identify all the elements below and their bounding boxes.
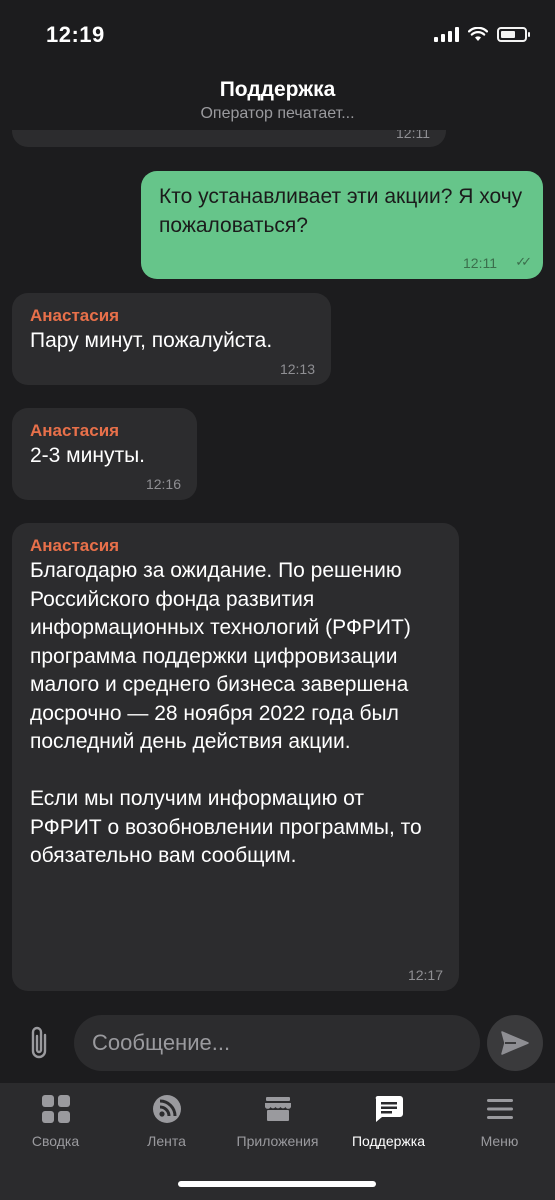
message-time: 12:17	[407, 967, 443, 983]
tab-menu[interactable]: Меню	[444, 1093, 555, 1149]
tab-label: Меню	[480, 1133, 519, 1149]
sender-name: Анастасия	[30, 306, 120, 325]
status-icons	[434, 26, 530, 42]
wifi-icon	[468, 26, 488, 41]
grid-icon	[41, 1095, 70, 1123]
message-bubble: Анастасия 2-3 минуты. 12:16	[12, 408, 197, 500]
tab-lenta[interactable]: Лента	[111, 1093, 222, 1149]
store-icon	[264, 1097, 291, 1121]
home-indicator[interactable]	[178, 1181, 376, 1187]
sender-name: Анастасия	[30, 421, 120, 440]
read-receipt-icon: ✓✓	[515, 254, 532, 269]
send-icon	[501, 1031, 529, 1055]
message-text: Пару минут, пожалуйста.	[30, 329, 273, 352]
signal-icon	[434, 26, 459, 42]
chat-icon	[375, 1095, 403, 1122]
message-text: Благодарю за ожидание. По решению Россий…	[30, 559, 422, 867]
typing-status: Оператор печатает...	[200, 105, 355, 122]
tab-label: Сводка	[31, 1133, 80, 1149]
tab-label: Поддержка	[351, 1133, 426, 1149]
battery-icon	[497, 26, 530, 42]
status-time: 12:19	[46, 22, 105, 47]
tab-podderzhka[interactable]: Поддержка	[333, 1093, 444, 1149]
send-button[interactable]	[487, 1015, 543, 1071]
message-time: 12:13	[279, 361, 315, 377]
tab-svodka[interactable]: Сводка	[0, 1093, 111, 1149]
message-text: Кто устанавливает эти акции? Я хочу пожа…	[159, 185, 523, 237]
message-time: 12:16	[145, 476, 181, 492]
sender-name: Анастасия	[30, 536, 120, 555]
chat-title: Поддержка	[219, 78, 336, 101]
feed-icon	[152, 1095, 181, 1123]
message-input[interactable]	[74, 1015, 480, 1071]
tab-prilozheniya[interactable]: Приложения	[222, 1093, 333, 1149]
tab-label: Лента	[147, 1133, 186, 1149]
tab-label: Приложения	[236, 1133, 319, 1149]
message-bubble-outgoing: Кто устанавливает эти акции? Я хочу пожа…	[141, 171, 543, 279]
menu-icon	[486, 1099, 513, 1119]
message-text: 2-3 минуты.	[30, 444, 145, 467]
message-list[interactable]: 12:11 Кто устанавливает эти акции? Я хоч…	[0, 110, 555, 1005]
composer-bar	[0, 1003, 555, 1083]
chat-header: Поддержка Оператор печатает...	[0, 70, 555, 130]
message-time: 12:11	[463, 255, 497, 271]
message-bubble: Анастасия Пару минут, пожалуйста. 12:13	[12, 293, 331, 385]
status-bar: 12:19	[0, 0, 555, 70]
message-bubble: Анастасия Благодарю за ожидание. По реше…	[12, 523, 459, 991]
paperclip-icon[interactable]	[24, 1023, 56, 1063]
